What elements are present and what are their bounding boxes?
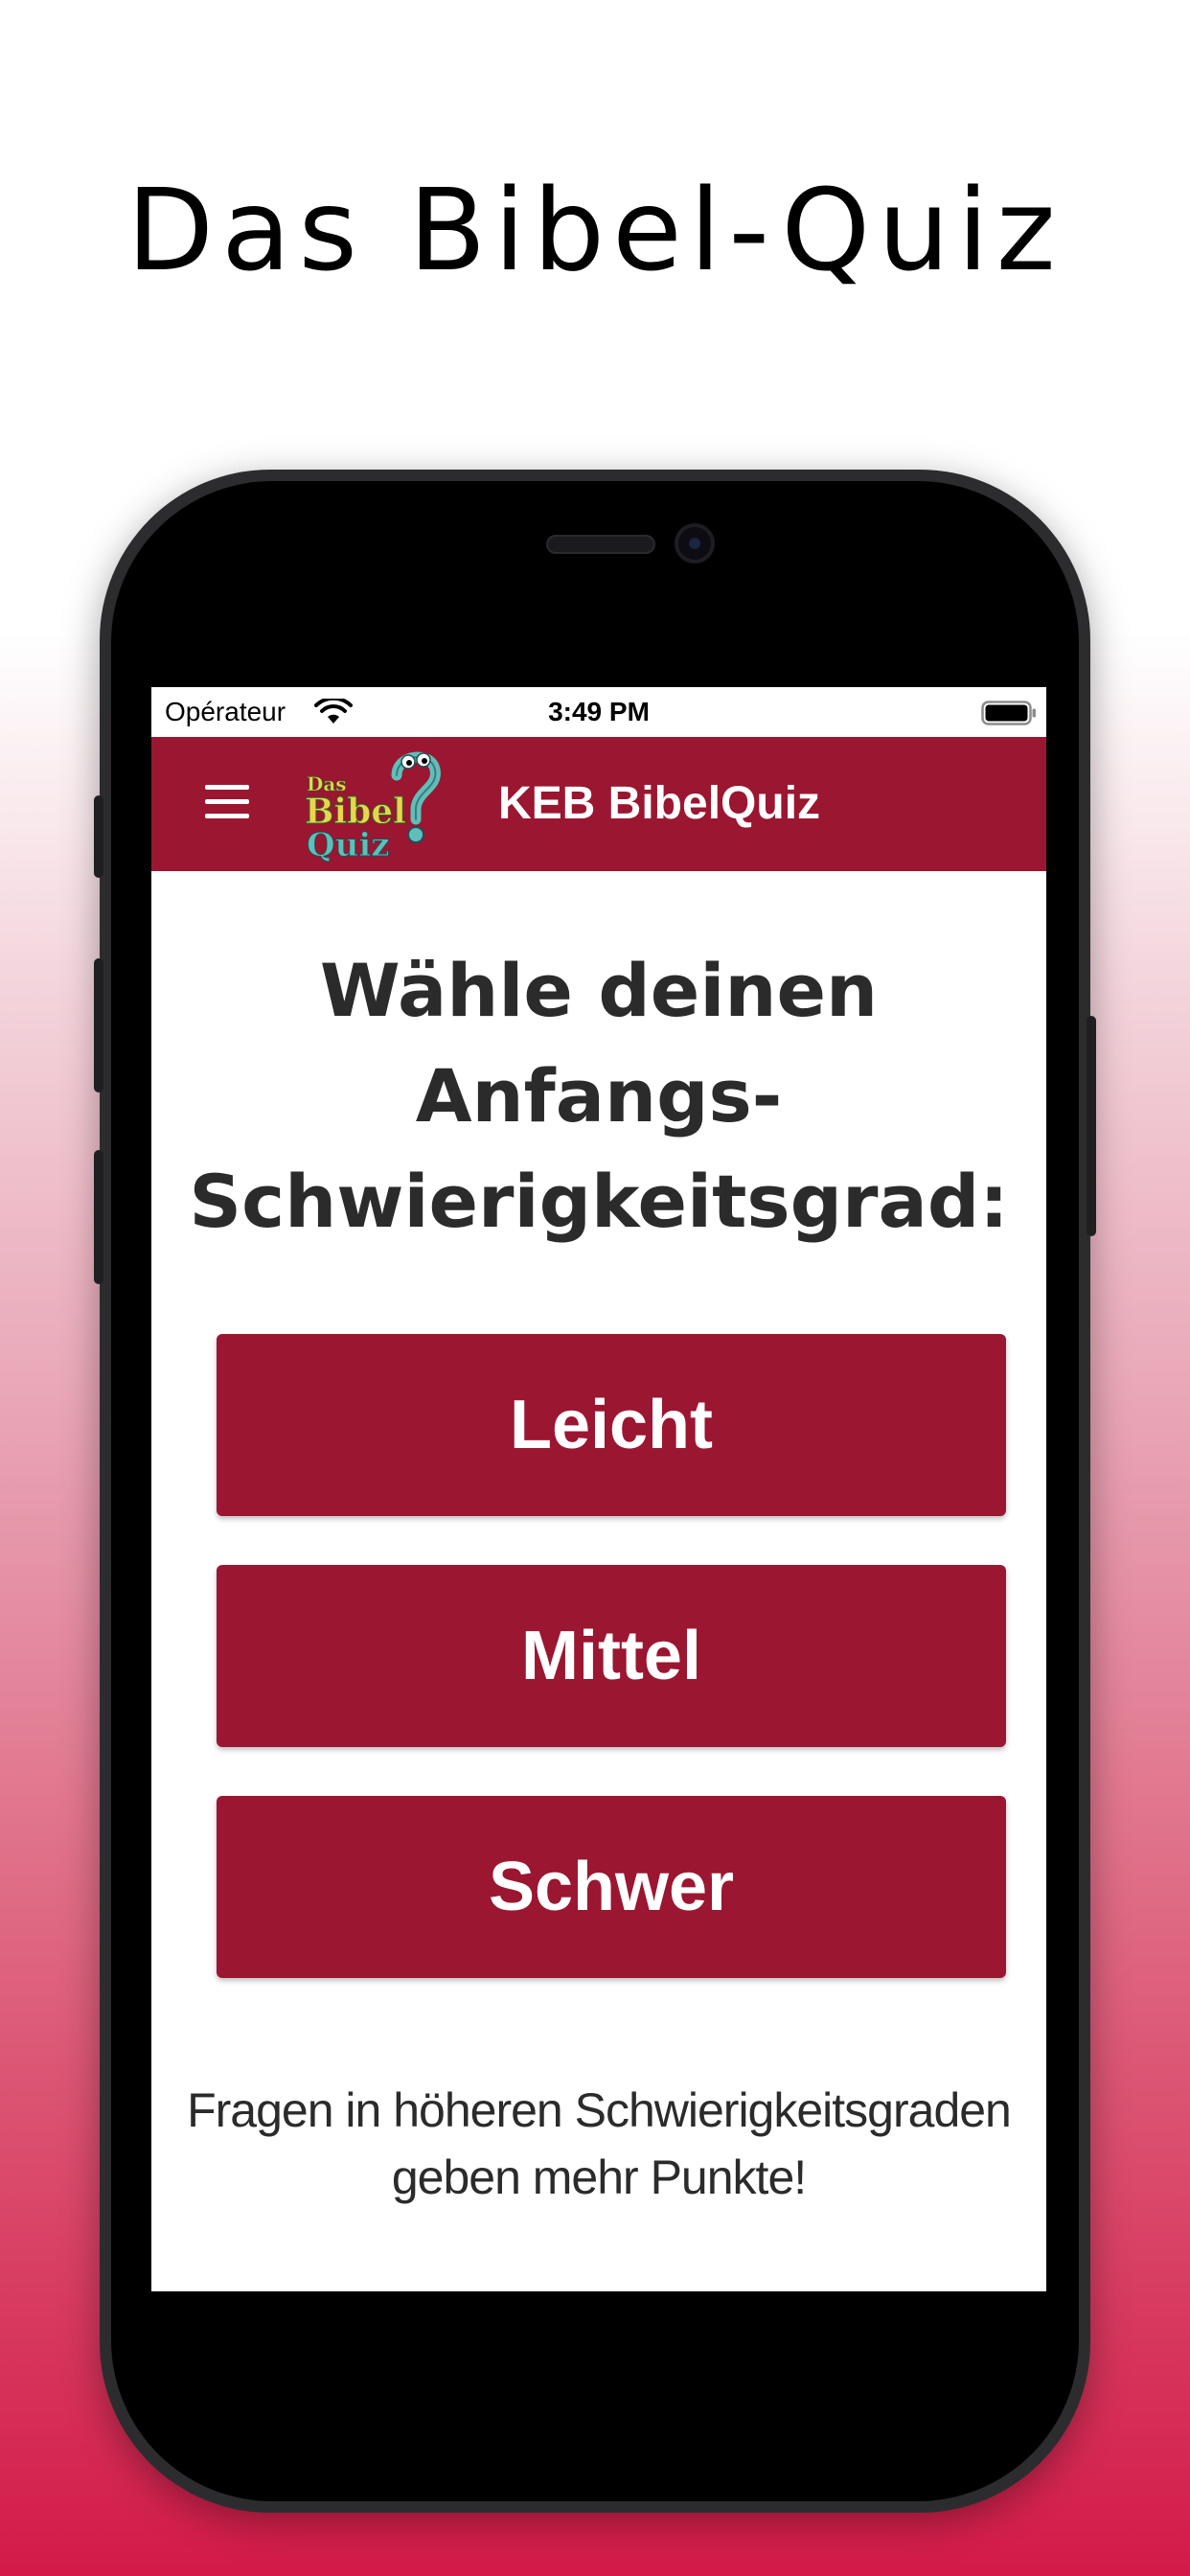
heading-line: Anfangs- xyxy=(415,1053,783,1138)
level-hard-button[interactable]: Schwer xyxy=(217,1796,1006,1978)
app-title: KEB BibelQuiz xyxy=(498,778,821,829)
heading-line: Wähle deinen xyxy=(319,948,879,1033)
phone-volume-up-button xyxy=(94,958,103,1092)
status-bar: Opérateur 3:49 PM xyxy=(151,687,1046,737)
level-medium-button[interactable]: Mittel xyxy=(217,1565,1006,1747)
points-note: Fragen in höheren Schwierigkeitsgraden g… xyxy=(187,2083,1012,2204)
phone-volume-down-button xyxy=(94,1150,103,1284)
level-easy-button[interactable]: Leicht xyxy=(217,1334,1006,1516)
app-bar: Das Bibel Quiz KEB BibelQuiz xyxy=(151,737,1046,871)
promo-headline: Das Bibel-Quiz xyxy=(126,164,1064,296)
phone-mute-switch xyxy=(94,795,103,878)
battery-full-icon xyxy=(981,701,1036,725)
status-time: 3:49 PM xyxy=(548,697,650,726)
phone-speaker xyxy=(546,535,655,554)
heading-line: Schwierigkeitsgrad: xyxy=(189,1159,1009,1244)
phone-camera xyxy=(675,523,715,564)
hamburger-menu-icon[interactable] xyxy=(205,783,253,821)
bibel-quiz-logo: Das Bibel Quiz xyxy=(305,751,441,864)
difficulty-heading: Wähle deinen Anfangs- Schwierigkeitsgrad… xyxy=(151,938,1046,1254)
app-screen: Opérateur 3:49 PM Das Bibel Quiz KEB Bib… xyxy=(151,687,1046,2291)
logo-text-quiz: Quiz xyxy=(307,826,390,864)
phone-power-button xyxy=(1087,1016,1096,1236)
